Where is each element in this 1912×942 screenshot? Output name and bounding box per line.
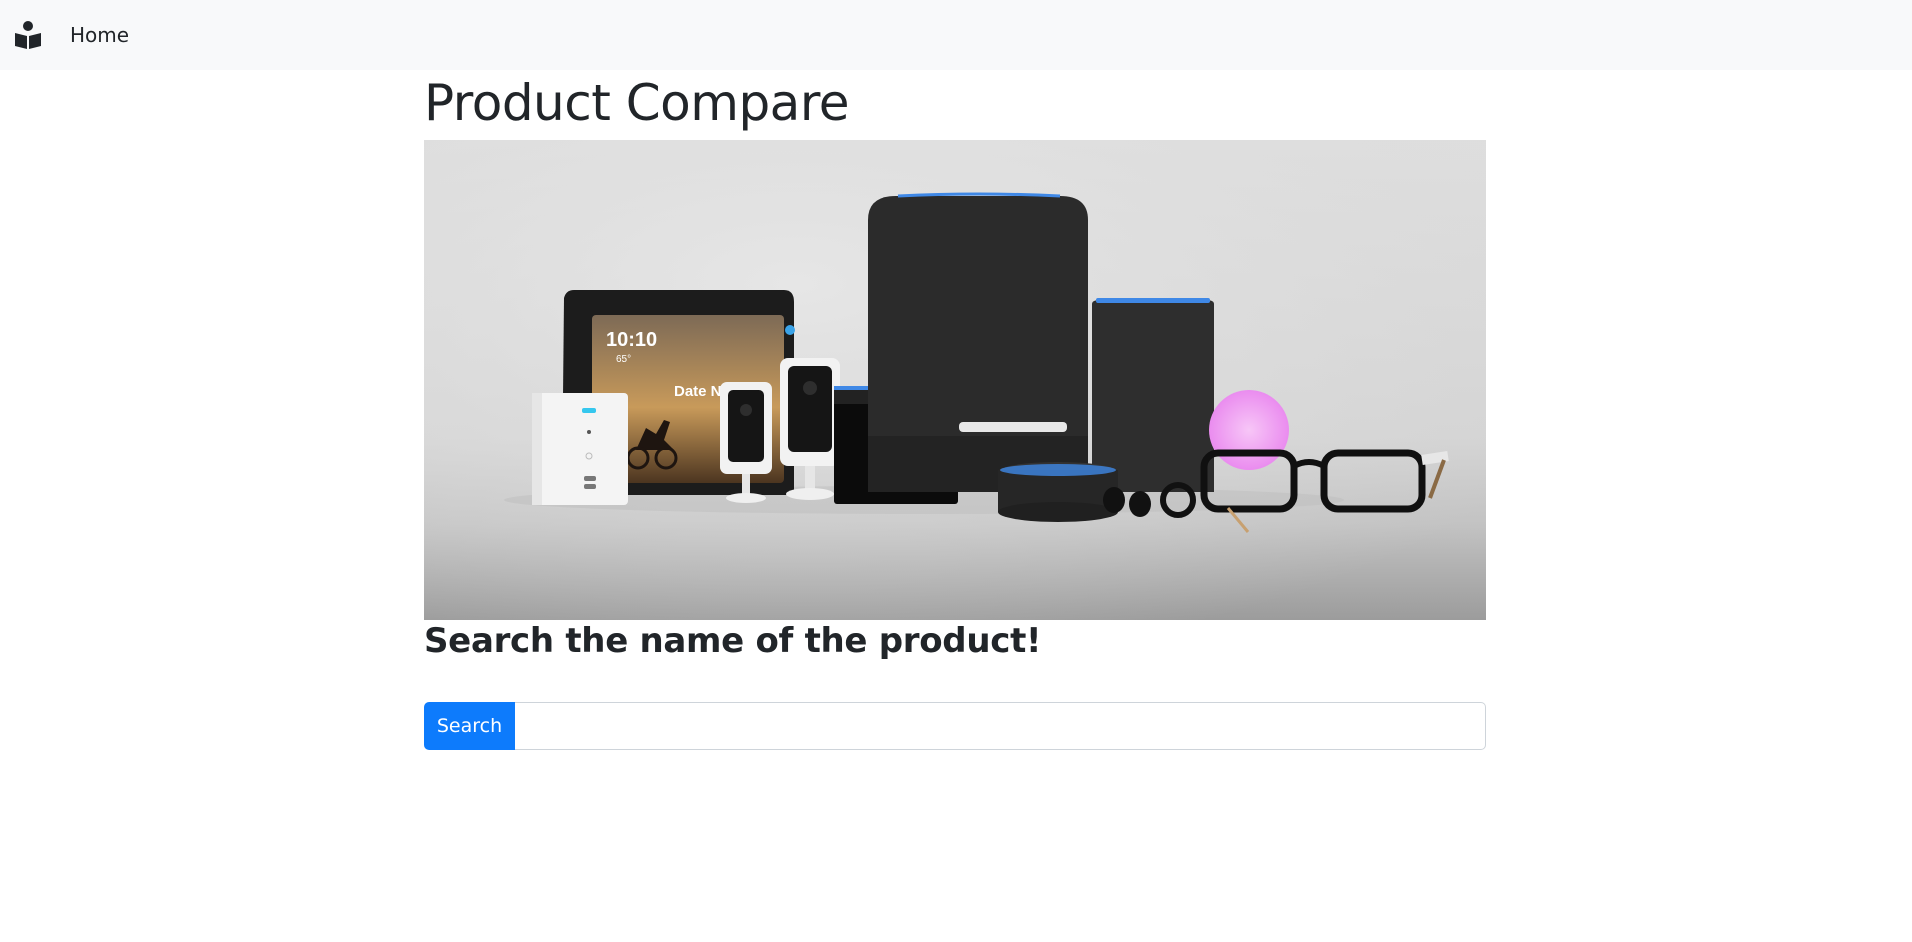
- hero-temperature-text: 65°: [616, 354, 631, 365]
- search-heading: Search the name of the product!: [424, 621, 1042, 661]
- nav-home-link[interactable]: Home: [70, 25, 129, 45]
- book-reader-icon[interactable]: [14, 20, 42, 50]
- search-bar: Search: [424, 702, 1486, 750]
- search-button[interactable]: Search: [424, 702, 515, 750]
- hero-time-text: 10:10: [606, 329, 657, 351]
- main-content: Product Compare 10:10 65° Date N Search …: [424, 70, 1486, 750]
- navbar: Home: [0, 0, 1912, 70]
- page-title: Product Compare: [424, 74, 850, 132]
- hero-caption-text: Date N: [674, 383, 722, 400]
- search-input[interactable]: [515, 702, 1486, 750]
- hero-image: 10:10 65° Date N amazon: [424, 140, 1486, 620]
